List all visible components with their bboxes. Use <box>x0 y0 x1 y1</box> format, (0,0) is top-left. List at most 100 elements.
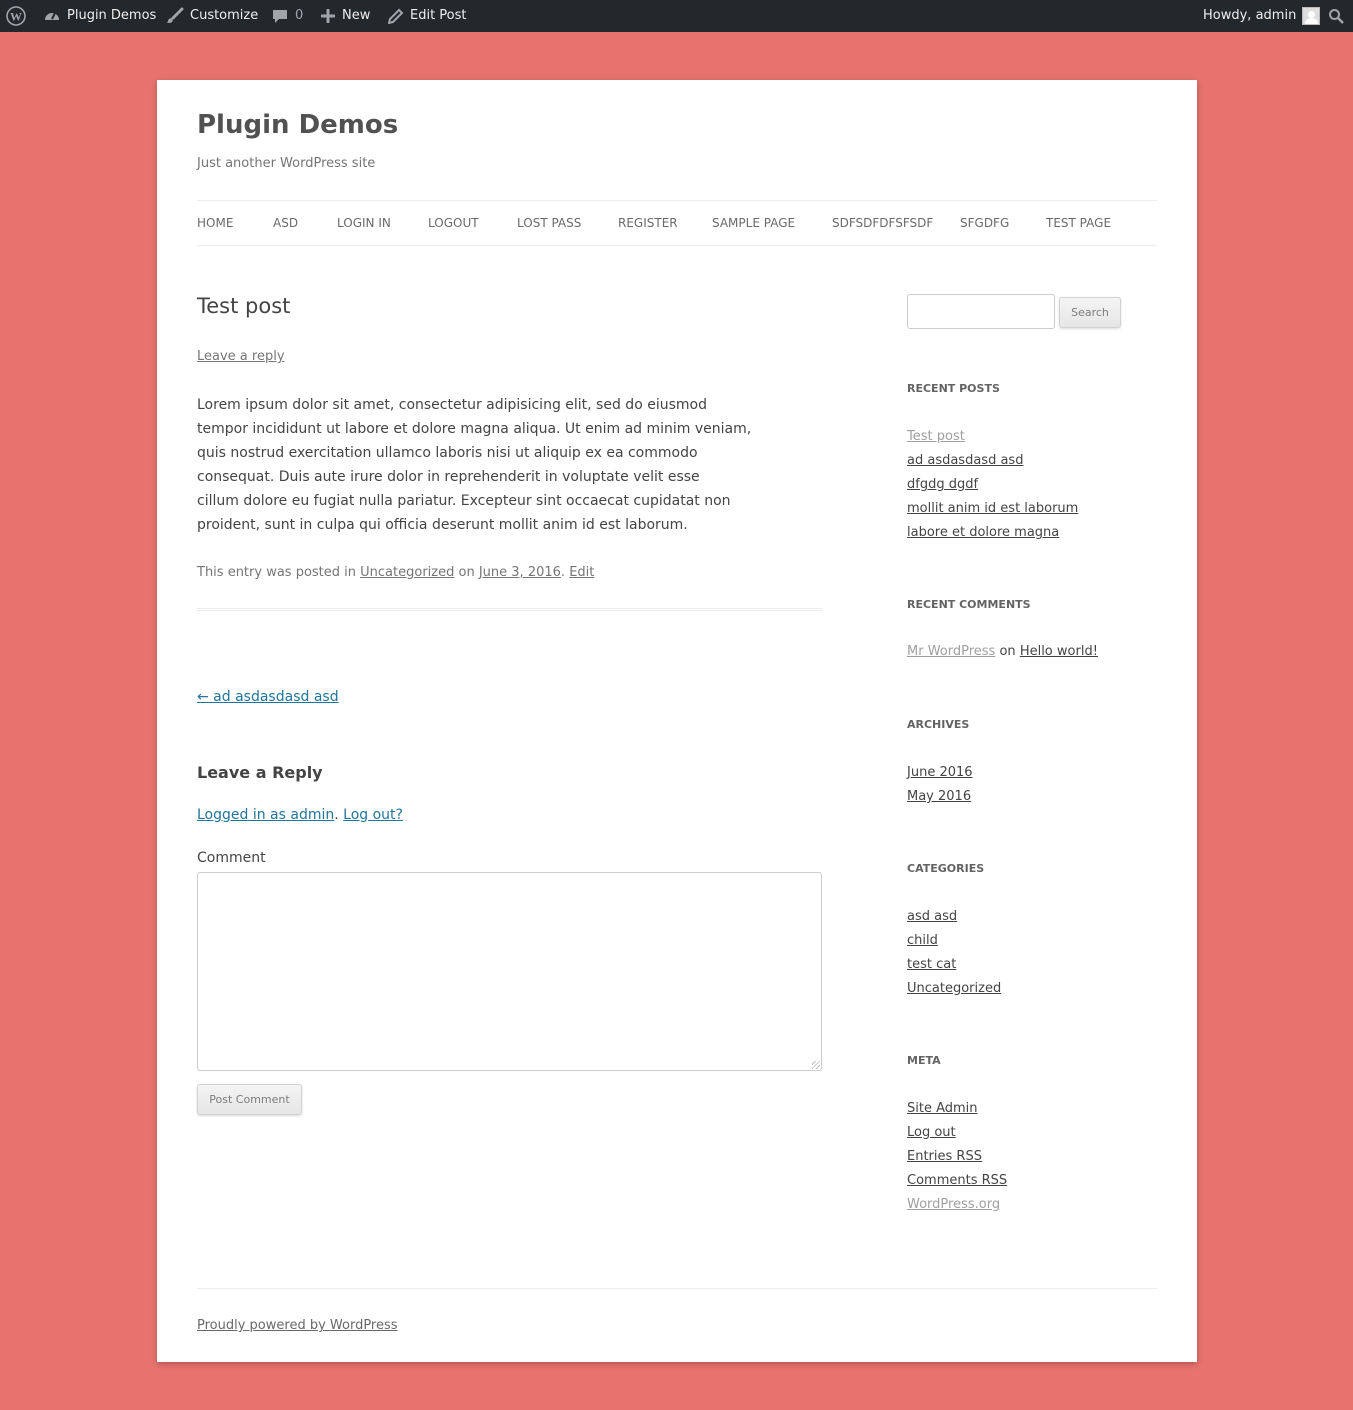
log-out-link[interactable]: Log out? <box>343 807 403 823</box>
main-navigation: HOME ASD LOGIN IN LOGOUT LOST PASS REGIS… <box>197 200 1157 246</box>
recent-post-link[interactable]: ad asdasdasd asd <box>907 453 1023 468</box>
categories-list: asd asd child test cat Uncategorized <box>907 905 1001 1001</box>
list-item: Site Admin <box>907 1097 1007 1121</box>
meta-link[interactable]: Entries RSS <box>907 1149 982 1164</box>
pencil-icon <box>388 8 404 24</box>
list-item: Log out <box>907 1121 1007 1145</box>
svg-text:W: W <box>10 10 22 24</box>
entry-category-link[interactable]: Uncategorized <box>360 565 454 580</box>
howdy-label: Howdy, admin <box>1203 8 1297 23</box>
post-content-line: cillum dolore eu fugiat nulla pariatur. … <box>197 493 731 509</box>
meta-link[interactable]: Site Admin <box>907 1101 978 1116</box>
meta-link[interactable]: Log out <box>907 1125 956 1140</box>
powered-by-link[interactable]: Proudly powered by WordPress <box>197 1318 398 1333</box>
list-item: WordPress.org <box>907 1193 1007 1217</box>
admin-search-button[interactable] <box>1328 0 1344 32</box>
entry-date-link[interactable]: June 3, 2016 <box>479 565 561 580</box>
recent-post-link[interactable]: dfgdg dgdf <box>907 477 978 492</box>
site-name-menu[interactable]: Plugin Demos <box>43 0 156 32</box>
wordpress-logo-icon: W <box>6 6 26 26</box>
list-item: dfgdg dgdf <box>907 473 1078 497</box>
nav-item-asd[interactable]: ASD <box>273 216 298 230</box>
category-link[interactable]: test cat <box>907 957 956 972</box>
recent-post-link[interactable]: labore et dolore magna <box>907 525 1059 540</box>
categories-title: CATEGORIES <box>907 862 985 875</box>
comment-textarea[interactable] <box>197 872 822 1071</box>
entry-meta-on: on <box>458 565 475 580</box>
customize-button[interactable]: Customize <box>166 0 258 32</box>
resize-handle[interactable] <box>812 1061 820 1069</box>
nav-item-test-page[interactable]: TEST PAGE <box>1046 216 1111 230</box>
archive-link[interactable]: May 2016 <box>907 789 971 804</box>
previous-post-link[interactable]: ← ad asdasdasd asd <box>197 689 339 705</box>
list-item: labore et dolore magna <box>907 521 1078 545</box>
nav-item-login-in[interactable]: LOGIN IN <box>337 216 391 230</box>
dashboard-icon <box>43 7 61 25</box>
leave-reply-link[interactable]: Leave a reply <box>197 349 285 364</box>
meta-link[interactable]: Comments RSS <box>907 1173 1007 1188</box>
customize-label: Customize <box>190 8 259 23</box>
post-content-line: Lorem ipsum dolor sit amet, consectetur … <box>197 397 707 413</box>
post-comment-button[interactable]: Post Comment <box>197 1084 302 1115</box>
comment-author-link[interactable]: Mr WordPress <box>907 644 995 659</box>
recent-comment-on: on <box>999 644 1016 659</box>
entry-edit-link[interactable]: Edit <box>569 565 594 580</box>
entry-meta: This entry was posted in Uncategorized o… <box>197 565 595 580</box>
site-title[interactable]: Plugin Demos <box>197 110 398 140</box>
list-item: Comments RSS <box>907 1169 1007 1193</box>
edit-post-button[interactable]: Edit Post <box>388 0 467 32</box>
recent-post-link[interactable]: mollit anim id est laborum <box>907 501 1078 516</box>
recent-comments-title: RECENT COMMENTS <box>907 598 1031 611</box>
comments-count: 0 <box>295 8 304 23</box>
post-divider <box>197 608 822 611</box>
wordpress-logo-button[interactable]: W <box>6 0 26 32</box>
comments-button[interactable]: 0 <box>271 0 303 32</box>
edit-post-label: Edit Post <box>410 8 467 23</box>
post-title: Test post <box>197 294 291 318</box>
new-content-button[interactable]: New <box>320 0 370 32</box>
nav-item-sample-page[interactable]: SAMPLE PAGE <box>712 216 795 230</box>
avatar <box>1302 7 1321 25</box>
nav-item-sfgdfg[interactable]: SFGDFG <box>960 216 1009 230</box>
comment-post-link[interactable]: Hello world! <box>1020 644 1098 659</box>
recent-posts-title: RECENT POSTS <box>907 382 1000 395</box>
site-description: Just another WordPress site <box>197 156 376 171</box>
list-item: mollit anim id est laborum <box>907 497 1078 521</box>
admin-bar: W Plugin Demos Customize 0 New Edit Post… <box>0 0 1353 32</box>
comment-label: Comment <box>197 850 266 866</box>
category-link[interactable]: asd asd <box>907 909 957 924</box>
recent-comment-item: Mr WordPress on Hello world! <box>907 644 1098 659</box>
archive-link[interactable]: June 2016 <box>907 765 973 780</box>
nav-item-register[interactable]: REGISTER <box>618 216 678 230</box>
post-content-line: quis nostrud exercitation ullamco labori… <box>197 445 698 461</box>
list-item: May 2016 <box>907 785 973 809</box>
post-content-line: proident, sunt in culpa qui officia dese… <box>197 517 688 533</box>
search-input[interactable] <box>907 294 1055 329</box>
list-item: Entries RSS <box>907 1145 1007 1169</box>
comment-bubble-icon <box>271 7 289 25</box>
list-item: test cat <box>907 953 1001 977</box>
logged-in-as-link[interactable]: Logged in as admin <box>197 807 334 823</box>
post-content-line: tempor incididunt ut labore et dolore ma… <box>197 421 752 437</box>
nav-item-lost-pass[interactable]: LOST PASS <box>517 216 581 230</box>
list-item: ad asdasdasd asd <box>907 449 1078 473</box>
my-account-menu[interactable]: Howdy, admin <box>1203 0 1321 32</box>
category-link[interactable]: child <box>907 933 938 948</box>
nav-item-logout[interactable]: LOGOUT <box>428 216 479 230</box>
site-name-label: Plugin Demos <box>67 8 157 23</box>
list-item: Test post <box>907 425 1078 449</box>
nav-item-home[interactable]: HOME <box>197 216 233 230</box>
nav-item-sdfsdfdfsfsdf[interactable]: SDFSDFDFSFSDF <box>832 216 933 230</box>
reply-title: Leave a Reply <box>197 763 323 782</box>
category-link[interactable]: Uncategorized <box>907 981 1001 996</box>
meta-link[interactable]: WordPress.org <box>907 1197 1000 1212</box>
paintbrush-icon <box>166 7 184 25</box>
meta-list: Site Admin Log out Entries RSS Comments … <box>907 1097 1007 1217</box>
list-item: child <box>907 929 1001 953</box>
list-item: June 2016 <box>907 761 973 785</box>
footer-divider <box>197 1288 1157 1289</box>
recent-post-link[interactable]: Test post <box>907 429 965 444</box>
search-button[interactable]: Search <box>1059 297 1121 328</box>
new-label: New <box>342 8 371 23</box>
search-icon <box>1328 8 1344 24</box>
